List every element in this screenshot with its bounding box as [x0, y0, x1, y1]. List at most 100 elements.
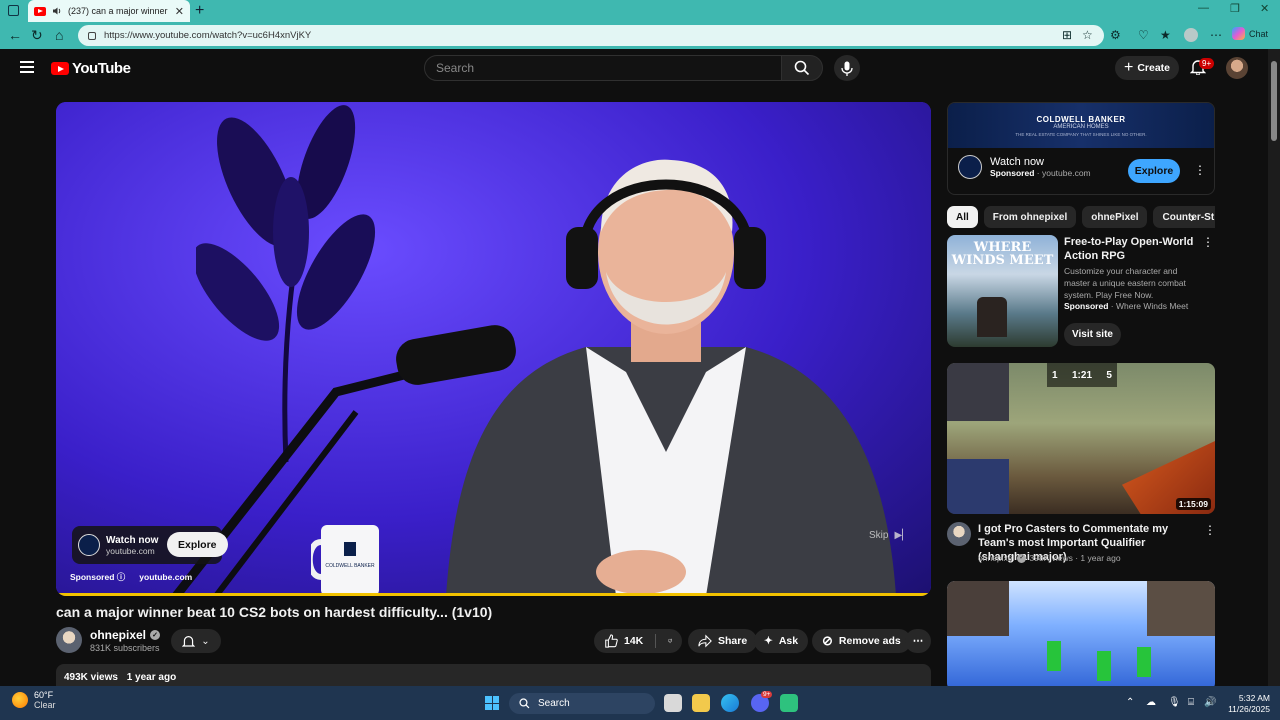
verified-check-icon: ✓: [150, 630, 161, 640]
channel-name-row[interactable]: ohnepixel ✓: [90, 628, 161, 642]
subscribed-notifications-button[interactable]: ⌄: [171, 629, 221, 653]
taskbar-search-label: Search: [538, 698, 570, 709]
share-label: Share: [718, 635, 748, 647]
hamburger-menu-icon[interactable]: [20, 61, 34, 73]
kebab-menu-icon[interactable]: ⋮: [1194, 163, 1206, 177]
refresh-icon[interactable]: ↻: [31, 27, 43, 44]
tab-actions-icon[interactable]: [8, 5, 19, 16]
weather-widget[interactable]: 60°F Clear: [12, 690, 56, 710]
show-hidden-icons[interactable]: ⌃: [1126, 697, 1134, 708]
create-label: Create: [1137, 62, 1171, 74]
more-horizontal-icon: ⋯: [912, 635, 924, 647]
create-button[interactable]: + Create: [1115, 56, 1179, 80]
related-channel-name[interactable]: ohnepixel: [978, 552, 1014, 564]
related-channel-row: ohnepixel ✓ 398K views · 1 year ago: [978, 552, 1121, 564]
account-avatar[interactable]: [1226, 57, 1248, 79]
more-actions-button[interactable]: ⋯: [905, 629, 931, 653]
video-thumbnail-cs[interactable]: 1 1:21 5 1:15:09: [947, 363, 1215, 514]
scrollbar-thumb[interactable]: [1271, 61, 1277, 141]
chip-all[interactable]: All: [947, 206, 978, 228]
url-field[interactable]: https://www.youtube.com/watch?v=uc6H4xnV…: [78, 25, 1104, 46]
favorite-star-icon[interactable]: ☆: [1082, 28, 1093, 42]
voice-search-button[interactable]: [834, 55, 860, 81]
sponsored-domain[interactable]: youtube.com: [139, 572, 192, 582]
coldwell-banker-logo-icon: [78, 534, 100, 556]
copilot-chat-button[interactable]: Chat: [1232, 27, 1268, 40]
clock-time: 5:32 AM: [1238, 693, 1270, 703]
ask-button[interactable]: ✦ Ask: [754, 629, 809, 653]
favorites-icon[interactable]: ★: [1160, 28, 1171, 42]
promo-character-silhouette: [977, 297, 1007, 337]
tab-close-icon[interactable]: ✕: [175, 5, 184, 18]
ad-sponsored-label: Sponsored: [990, 168, 1035, 178]
new-tab-icon[interactable]: +: [195, 2, 204, 20]
share-button[interactable]: Share: [688, 629, 758, 653]
minimize-icon[interactable]: —: [1198, 2, 1209, 14]
search-box: [424, 55, 782, 81]
cloud-icon[interactable]: ☁: [1146, 697, 1156, 708]
file-explorer-icon[interactable]: [692, 694, 710, 712]
tab-youtube[interactable]: (237) can a major winner beat ✕: [28, 0, 190, 22]
search-button[interactable]: [781, 55, 823, 81]
channel-name[interactable]: ohnepixel: [90, 628, 146, 642]
bot-figure: [1137, 647, 1151, 677]
channel-avatar[interactable]: [56, 627, 82, 653]
youtube-logo[interactable]: YouTube: [51, 60, 131, 77]
facecam-streamer: [947, 363, 1009, 421]
facecam-right: [1147, 581, 1215, 636]
sidebar-explore-button[interactable]: Explore: [1128, 159, 1180, 183]
speaker-icon[interactable]: [52, 6, 62, 16]
skip-next-icon: ▶▏: [894, 530, 910, 541]
kebab-menu-icon[interactable]: ⋮: [1204, 523, 1216, 537]
info-icon[interactable]: ⓘ: [117, 572, 126, 582]
close-window-icon[interactable]: ✕: [1260, 2, 1269, 15]
kebab-menu-icon[interactable]: ⋮: [1202, 235, 1214, 249]
extensions-icon[interactable]: ⚙: [1110, 28, 1121, 42]
skip-ad-button[interactable]: Skip ▶▏: [869, 530, 910, 541]
microphone-tray-icon[interactable]: 🎙: [1168, 697, 1181, 708]
windows-taskbar: 60°F Clear Search 9+ ⌃ ☁ 🎙 ⌸ 🔊 5:32 AM 1…: [0, 686, 1280, 720]
promo-title[interactable]: Free-to-Play Open-World Action RPG: [1064, 235, 1199, 263]
page-scrollbar[interactable]: [1268, 49, 1280, 686]
chatgpt-app-icon[interactable]: [780, 694, 798, 712]
edge-browser-icon[interactable]: [721, 694, 739, 712]
video-player[interactable]: COLDWELL BANKER Watch now youtube.com Ex…: [56, 102, 931, 596]
sidebar-ad-card[interactable]: COLDWELL BANKER AMERICAN HOMES THE REAL …: [947, 102, 1215, 195]
promo-thumbnail[interactable]: WHERE WINDS MEET: [947, 235, 1058, 347]
back-icon[interactable]: ←: [8, 27, 22, 43]
home-icon[interactable]: ⌂: [55, 27, 63, 43]
chevron-right-icon[interactable]: ›: [1190, 209, 1195, 225]
video-thumbnail-aim[interactable]: [947, 581, 1215, 686]
video-duration: 1:15:09: [1175, 498, 1211, 510]
channel-avatar-small[interactable]: [947, 522, 971, 546]
system-clock[interactable]: 5:32 AM 11/26/2025: [1218, 693, 1270, 715]
taskbar-search[interactable]: Search: [509, 693, 655, 714]
chip-ohnepixel[interactable]: ohnePixel: [1082, 206, 1148, 228]
volume-icon[interactable]: 🔊: [1204, 697, 1216, 708]
app-available-icon[interactable]: ⊞: [1062, 28, 1072, 42]
task-view-icon[interactable]: [664, 694, 682, 712]
like-button[interactable]: 14K: [604, 634, 643, 648]
visit-site-button[interactable]: Visit site: [1064, 323, 1121, 346]
ad-progress-bar[interactable]: [56, 593, 931, 596]
banner-line1: COLDWELL BANKER: [1036, 114, 1126, 124]
restore-icon[interactable]: ❐: [1230, 2, 1240, 15]
chip-from-ohnepixel[interactable]: From ohnepixel: [983, 206, 1077, 228]
ad-info-row: Watch now Sponsored · youtube.com: [958, 155, 1091, 179]
ad-explore-button[interactable]: Explore: [167, 532, 228, 557]
windows-start-icon[interactable]: [485, 696, 499, 710]
browser-essentials-icon[interactable]: ♡: [1138, 28, 1149, 42]
chip-counter-strike[interactable]: Counter-St: [1153, 206, 1215, 228]
description-box[interactable]: 493K views 1 year ago: [56, 664, 931, 686]
ad-banner[interactable]: COLDWELL BANKER AMERICAN HOMES THE REAL …: [948, 103, 1214, 148]
profile-icon[interactable]: [1184, 28, 1198, 42]
search-input[interactable]: [436, 61, 770, 75]
more-options-icon[interactable]: ⋯: [1210, 28, 1222, 42]
weather-temp: 60°F: [34, 690, 54, 700]
network-icon[interactable]: ⌸: [1188, 697, 1194, 708]
browser-tabstrip: (237) can a major winner beat ✕ + — ❐ ✕: [0, 0, 1280, 22]
sponsored-line: Sponsored ⓘ youtube.com: [70, 571, 192, 583]
notification-count-badge: 9+: [1199, 58, 1215, 69]
remove-ads-button[interactable]: ⊘ Remove ads: [812, 629, 911, 653]
thumbs-down-icon[interactable]: [667, 634, 672, 648]
